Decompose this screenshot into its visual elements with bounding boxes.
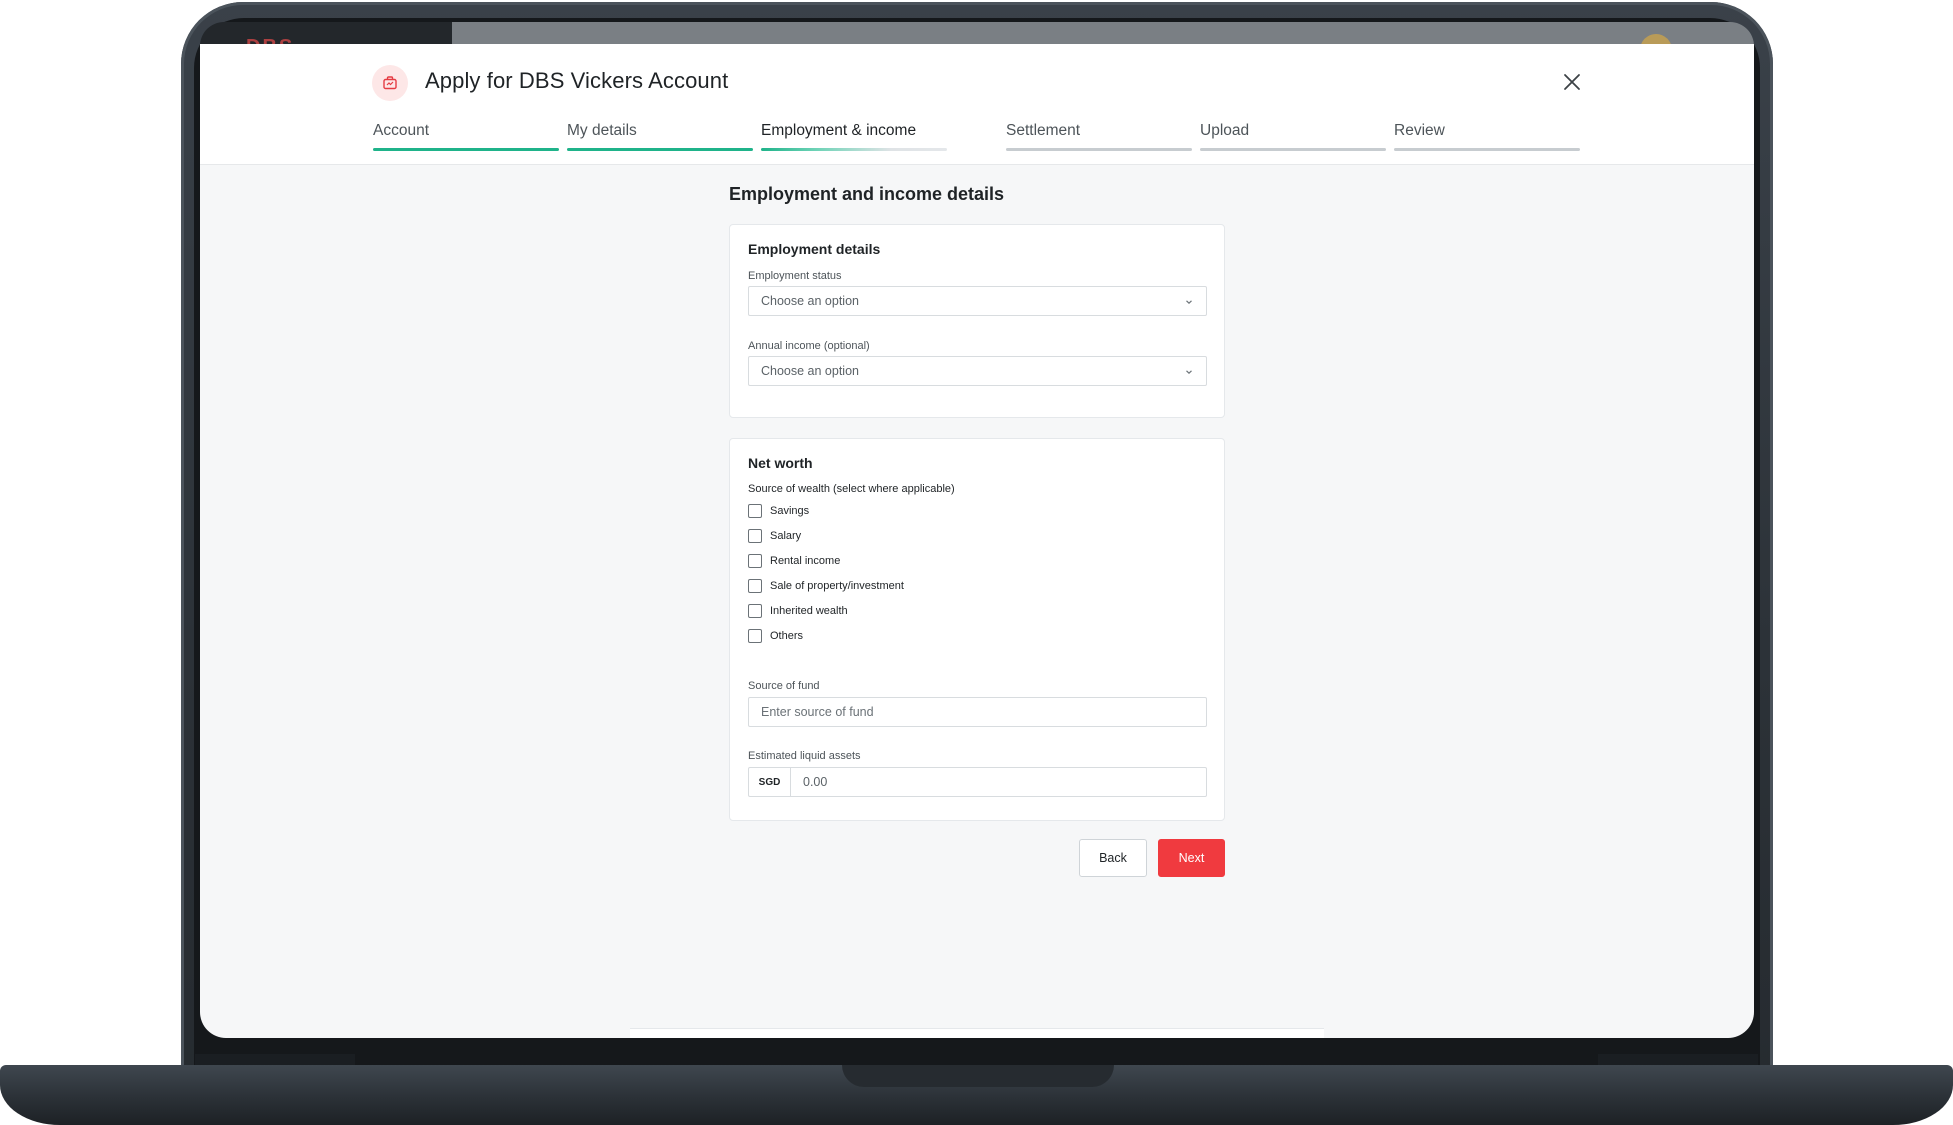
section-heading: Employment and income details [729,184,1005,204]
close-icon [1564,74,1580,90]
chevron-down-icon [1186,370,1192,375]
step-label: Settlement [1006,122,1081,139]
background-app-sidebar [200,22,452,46]
liquid-assets-input[interactable]: SGD 0.00 [748,767,1207,797]
laptop-notch [842,1065,1114,1087]
step-progress-bar [761,148,947,151]
employment-details-card: Employment details Employment status Cho… [729,224,1225,418]
annual-income-select[interactable]: Choose an option [748,356,1207,386]
source-of-fund-label: Source of fund [748,680,820,692]
checkbox-label: Salary [770,530,802,542]
background-logo: DBS [246,36,294,44]
chevron-down-icon [1186,300,1192,305]
checkbox-salary[interactable]: Salary [748,528,801,544]
background-app-topbar [452,22,1754,46]
next-button[interactable]: Next [1158,839,1225,877]
modal-header: Apply for DBS Vickers Account Account My… [200,44,1754,165]
checkbox-box[interactable] [748,529,762,543]
step-progress-bar [567,148,753,151]
step-progress-bar [1394,148,1580,151]
step-label: Account [373,122,430,139]
step-account[interactable]: Account [373,122,559,152]
currency-prefix: SGD [749,768,791,796]
close-button[interactable] [1560,70,1584,94]
step-progress-bar [373,148,559,151]
checkbox-box[interactable] [748,604,762,618]
checkbox-box[interactable] [748,504,762,518]
card-title: Net worth [748,455,813,471]
net-worth-card: Net worth Source of wealth (select where… [729,438,1225,821]
step-label: Review [1394,122,1445,139]
checkbox-inherited-wealth[interactable]: Inherited wealth [748,603,848,619]
step-review[interactable]: Review [1394,122,1580,152]
step-label: My details [567,122,637,139]
laptop-hinge-right [1598,1054,1758,1065]
page-title: Apply for DBS Vickers Account [425,68,729,93]
checkbox-sale-of-property[interactable]: Sale of property/investment [748,578,904,594]
checkbox-label: Savings [770,505,810,517]
checkbox-box[interactable] [748,579,762,593]
select-placeholder: Choose an option [761,294,859,308]
step-progress-bar [1200,148,1386,151]
checkbox-others[interactable]: Others [748,628,803,644]
step-settlement[interactable]: Settlement [1006,122,1192,152]
card-title: Employment details [748,241,881,257]
checkbox-label: Inherited wealth [770,605,848,617]
checkbox-label: Sale of property/investment [770,580,904,592]
step-label: Upload [1200,122,1250,139]
employment-status-label: Employment status [748,270,842,282]
liquid-assets-label: Estimated liquid assets [748,750,861,762]
annual-income-label: Annual income (optional) [748,340,870,352]
checkbox-rental-income[interactable]: Rental income [748,553,840,569]
app-screen: Apply for DBS Vickers Account Account My… [200,44,1754,1038]
checkbox-savings[interactable]: Savings [748,503,809,519]
briefcase-icon [372,65,408,101]
liquid-assets-value[interactable]: 0.00 [791,768,1206,796]
step-my-details[interactable]: My details [567,122,753,152]
employment-status-select[interactable]: Choose an option [748,286,1207,316]
back-button[interactable]: Back [1079,839,1147,877]
step-progress-bar [1006,148,1192,151]
background-content-peek [630,1028,1324,1038]
checkbox-label: Rental income [770,555,841,567]
step-upload[interactable]: Upload [1200,122,1386,152]
step-label: Employment & income [761,122,917,139]
source-of-fund-input[interactable]: Enter source of fund [748,697,1207,727]
input-placeholder: Enter source of fund [761,705,874,719]
checkbox-box[interactable] [748,629,762,643]
laptop-hinge-left [195,1054,355,1065]
source-of-wealth-label: Source of wealth (select where applicabl… [748,483,955,495]
checkbox-box[interactable] [748,554,762,568]
progress-stepper: Account My details Employment & income S… [373,122,1583,152]
checkbox-label: Others [770,630,804,642]
select-placeholder: Choose an option [761,364,859,378]
step-employment-income[interactable]: Employment & income [761,122,947,152]
